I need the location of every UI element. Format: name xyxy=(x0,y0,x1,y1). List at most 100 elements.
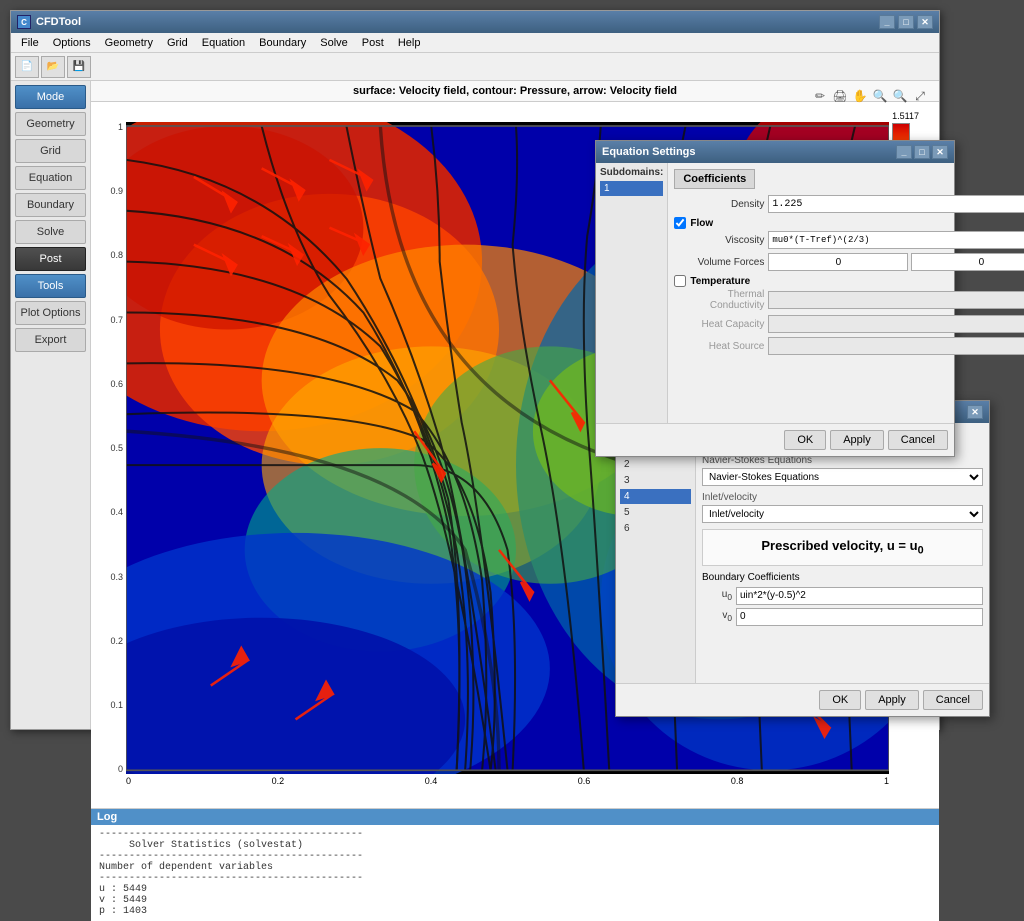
equation-dialog-title: Equation Settings _ □ ✕ xyxy=(596,141,954,163)
x-label-02: 0.2 xyxy=(272,776,285,786)
y-label-05: 0.5 xyxy=(110,443,123,453)
y-label-08: 0.8 xyxy=(110,250,123,260)
sidebar-solve[interactable]: Solve xyxy=(15,220,86,244)
equation-subdomains-panel: Subdomains: 1 xyxy=(596,163,668,423)
pencil-icon[interactable]: ✏ xyxy=(811,87,829,105)
volume-forces-y[interactable] xyxy=(911,253,1024,271)
minimize-button[interactable]: _ xyxy=(879,15,895,29)
sidebar-mode[interactable]: Mode xyxy=(15,85,86,109)
boundary-4[interactable]: 4 xyxy=(620,489,691,504)
coefficients-tab[interactable]: Coefficients xyxy=(674,169,755,189)
y-label-09: 0.9 xyxy=(110,186,123,196)
log-area: Log ------------------------------------… xyxy=(91,808,939,921)
u0-row: u0 xyxy=(702,587,983,605)
x-label-08: 0.8 xyxy=(731,776,744,786)
new-button[interactable]: 📄 xyxy=(15,56,39,78)
equation-dialog: Equation Settings _ □ ✕ Subdomains: 1 Co… xyxy=(595,140,955,457)
volume-forces-row: Volume Forces xyxy=(674,253,1024,271)
boundary-5[interactable]: 5 xyxy=(620,505,691,520)
y-label-06: 0.6 xyxy=(110,379,123,389)
sidebar-export[interactable]: Export xyxy=(15,328,86,352)
app-icon: C xyxy=(17,15,31,29)
equation-type-select[interactable]: Navier-Stokes Equations xyxy=(702,468,983,486)
y-label-07: 0.7 xyxy=(110,315,123,325)
sidebar-post[interactable]: Post xyxy=(15,247,86,271)
viscosity-input[interactable] xyxy=(768,231,1024,249)
boundary-ok-button[interactable]: OK xyxy=(819,690,861,710)
pan-icon[interactable]: ✋ xyxy=(851,87,869,105)
x-label-04: 0.4 xyxy=(425,776,438,786)
v0-input[interactable] xyxy=(736,608,983,626)
color-scale-value: 1.5117 xyxy=(892,111,919,121)
temperature-label: Temperature xyxy=(690,276,750,287)
boundary-flow-panel: Flow Navier-Stokes Equations Navier-Stok… xyxy=(696,423,989,683)
sidebar-tools[interactable]: Tools xyxy=(15,274,86,298)
menu-post[interactable]: Post xyxy=(356,35,390,51)
equation-maximize[interactable]: □ xyxy=(914,145,930,159)
equation-close[interactable]: ✕ xyxy=(932,145,948,159)
condition-type-select[interactable]: Inlet/velocity xyxy=(702,505,983,523)
boundary-apply-button[interactable]: Apply xyxy=(865,690,919,710)
viscosity-label: Viscosity xyxy=(674,235,764,246)
equation-dialog-title-text: Equation Settings xyxy=(602,146,696,158)
close-button[interactable]: ✕ xyxy=(917,15,933,29)
zoom-in-icon[interactable]: 🔍 xyxy=(871,87,889,105)
sidebar-boundary[interactable]: Boundary xyxy=(15,193,86,217)
sidebar: Mode Geometry Grid Equation Boundary Sol… xyxy=(11,81,91,729)
equation-ok-button[interactable]: OK xyxy=(784,430,826,450)
equation-minimize[interactable]: _ xyxy=(896,145,912,159)
boundary-3[interactable]: 3 xyxy=(620,473,691,488)
v0-row: v0 xyxy=(702,608,983,626)
temperature-checkbox[interactable] xyxy=(674,275,686,287)
x-label-1: 1 xyxy=(884,776,889,786)
menu-boundary[interactable]: Boundary xyxy=(253,35,312,51)
fit-icon[interactable]: ⤢ xyxy=(911,87,929,105)
save-button[interactable]: 💾 xyxy=(67,56,91,78)
equation-apply-button[interactable]: Apply xyxy=(830,430,884,450)
sidebar-plot-options[interactable]: Plot Options xyxy=(15,301,86,325)
equation-dialog-buttons: OK Apply Cancel xyxy=(596,423,954,456)
zoom-out-icon[interactable]: 🔍 xyxy=(891,87,909,105)
main-title-bar: C CFDTool _ □ ✕ xyxy=(11,11,939,33)
y-label-0: 0 xyxy=(118,764,123,774)
y-label-1: 1 xyxy=(118,122,123,132)
equation-dialog-content: Subdomains: 1 Coefficients Density Flow … xyxy=(596,163,954,423)
boundary-2[interactable]: 2 xyxy=(620,457,691,472)
sidebar-equation[interactable]: Equation xyxy=(15,166,86,190)
heat-source-input xyxy=(768,337,1024,355)
x-label-06: 0.6 xyxy=(578,776,591,786)
menu-options[interactable]: Options xyxy=(47,35,97,51)
sidebar-grid[interactable]: Grid xyxy=(15,139,86,163)
sidebar-geometry[interactable]: Geometry xyxy=(15,112,86,136)
open-button[interactable]: 📂 xyxy=(41,56,65,78)
viscosity-row: Viscosity xyxy=(674,231,1024,249)
menu-grid[interactable]: Grid xyxy=(161,35,194,51)
volume-forces-x[interactable] xyxy=(768,253,908,271)
density-row: Density xyxy=(674,195,1024,213)
menu-solve[interactable]: Solve xyxy=(314,35,354,51)
heat-capacity-input xyxy=(768,315,1024,333)
equation-dialog-controls: _ □ ✕ xyxy=(896,145,948,159)
main-window-title: CFDTool xyxy=(36,16,81,28)
menu-equation[interactable]: Equation xyxy=(196,35,251,51)
menu-help[interactable]: Help xyxy=(392,35,427,51)
subdomain-1[interactable]: 1 xyxy=(600,181,663,196)
menu-geometry[interactable]: Geometry xyxy=(99,35,159,51)
x-axis: 0 0.2 0.4 0.6 0.8 1 xyxy=(126,776,889,786)
subdomains-list[interactable]: 1 xyxy=(600,181,663,197)
u0-input[interactable] xyxy=(736,587,983,605)
v0-label: v0 xyxy=(702,610,732,623)
menu-file[interactable]: File xyxy=(15,35,45,51)
save-image-icon[interactable]: 🖨 xyxy=(831,87,849,105)
thermal-conductivity-input xyxy=(768,291,1024,309)
equation-cancel-button[interactable]: Cancel xyxy=(888,430,948,450)
flow-checkbox[interactable] xyxy=(674,217,686,229)
maximize-button[interactable]: □ xyxy=(898,15,914,29)
window-controls: _ □ ✕ xyxy=(879,15,933,29)
boundary-cancel-button[interactable]: Cancel xyxy=(923,690,983,710)
temperature-section: Temperature xyxy=(674,275,1024,287)
flow-label: Flow xyxy=(690,218,713,229)
y-axis: 0 0.1 0.2 0.3 0.4 0.5 0.6 0.7 0.8 0.9 1 xyxy=(98,122,123,774)
boundary-6[interactable]: 6 xyxy=(620,521,691,536)
density-input[interactable] xyxy=(768,195,1024,213)
